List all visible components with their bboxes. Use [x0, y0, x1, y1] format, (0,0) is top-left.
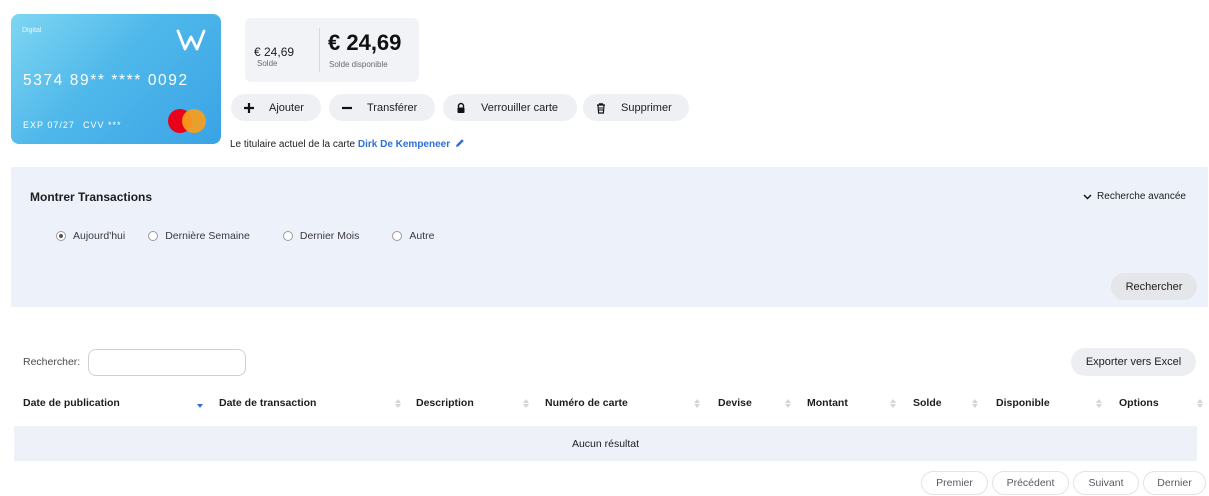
lock-card-button-label: Verrouiller carte: [481, 101, 559, 114]
radio-label: Autre: [409, 230, 435, 242]
card-holder-name[interactable]: Dirk De Kempeneer: [358, 139, 450, 150]
search-button[interactable]: Rechercher: [1111, 273, 1197, 300]
lock-icon: [455, 102, 469, 114]
plus-icon: [243, 102, 257, 114]
radio-last-month[interactable]: Dernier Mois: [282, 230, 360, 242]
table-search-label: Rechercher:: [23, 356, 81, 368]
advanced-search-label: Recherche avancée: [1097, 191, 1186, 202]
column-header-card-number[interactable]: Numéro de carte: [545, 397, 628, 409]
radio-label: Aujourd'hui: [73, 230, 126, 242]
card-holder-line: Le titulaire actuel de la carte Dirk De …: [230, 138, 465, 151]
radio-other[interactable]: Autre: [392, 230, 434, 242]
pencil-icon[interactable]: [455, 138, 465, 151]
column-header-options[interactable]: Options: [1119, 397, 1159, 409]
sort-icon[interactable]: [395, 399, 401, 408]
period-radio-group: Aujourd'hui Dernière Semaine Dernier Moi…: [56, 230, 434, 242]
transfer-button[interactable]: Transférer: [329, 94, 435, 121]
card-expiry: EXP 07/27: [23, 120, 75, 130]
sort-icon[interactable]: [1096, 399, 1102, 408]
pagination-previous-button[interactable]: Précédent: [992, 471, 1069, 495]
radio-indicator[interactable]: [282, 231, 293, 241]
filter-title: Montrer Transactions: [30, 190, 153, 204]
card-number: 5374 89** **** 0092: [23, 72, 189, 89]
radio-label: Dernier Mois: [299, 230, 360, 242]
column-header-description[interactable]: Description: [416, 397, 474, 409]
balance-amount: € 24,69: [254, 45, 295, 59]
sort-icon[interactable]: [1197, 399, 1203, 408]
w-logo-icon: [176, 29, 206, 51]
advanced-search-toggle[interactable]: Recherche avancée: [1083, 191, 1186, 202]
transfer-button-label: Transférer: [367, 101, 418, 114]
column-header-transaction-date[interactable]: Date de transaction: [219, 397, 316, 409]
pagination-last-button[interactable]: Dernier: [1143, 471, 1206, 495]
column-header-available[interactable]: Disponible: [996, 397, 1050, 409]
sort-icon[interactable]: [972, 399, 978, 408]
radio-label: Dernière Semaine: [165, 230, 250, 242]
balance-box: € 24,69 Solde € 24,69 Solde disponible: [245, 18, 419, 82]
column-header-currency[interactable]: Devise: [718, 397, 752, 409]
add-button-label: Ajouter: [269, 101, 304, 114]
minus-icon: [341, 102, 355, 114]
balance-label: Solde: [257, 59, 278, 68]
card-cvv: CVV ***: [83, 120, 122, 130]
available-balance-label: Solde disponible: [329, 60, 388, 69]
pagination-first-button[interactable]: Premier: [921, 471, 988, 495]
sort-desc-icon[interactable]: [197, 399, 203, 408]
empty-table-row: Aucun résultat: [14, 426, 1197, 461]
column-header-amount[interactable]: Montant: [807, 397, 848, 409]
column-header-publication-date[interactable]: Date de publication: [23, 397, 120, 409]
mastercard-icon: [168, 109, 208, 135]
balance-divider: [319, 28, 320, 72]
radio-indicator[interactable]: [56, 231, 66, 241]
lock-card-button[interactable]: Verrouiller carte: [443, 94, 577, 121]
card-type-tag: Digital: [22, 27, 42, 34]
sort-icon[interactable]: [890, 399, 896, 408]
trash-icon: [595, 102, 609, 114]
card-holder-prefix: Le titulaire actuel de la carte: [230, 139, 356, 150]
table-search-input[interactable]: [88, 349, 246, 376]
add-button[interactable]: Ajouter: [231, 94, 321, 121]
radio-indicator[interactable]: [148, 231, 159, 241]
radio-indicator[interactable]: [392, 231, 403, 241]
radio-today[interactable]: Aujourd'hui: [56, 230, 125, 242]
chevron-down-icon: [1083, 194, 1092, 199]
delete-button[interactable]: Supprimer: [583, 94, 689, 121]
sort-icon[interactable]: [523, 399, 529, 408]
sort-icon[interactable]: [694, 399, 700, 408]
sort-icon[interactable]: [785, 399, 791, 408]
available-balance-amount: € 24,69: [328, 30, 402, 55]
export-excel-button[interactable]: Exporter vers Excel: [1071, 348, 1196, 376]
credit-card: Digital 5374 89** **** 0092 EXP 07/27 CV…: [11, 14, 221, 144]
pagination-next-button[interactable]: Suivant: [1073, 471, 1139, 495]
column-header-balance[interactable]: Solde: [913, 397, 942, 409]
radio-last-week[interactable]: Dernière Semaine: [148, 230, 250, 242]
filter-panel: Montrer Transactions Recherche avancée A…: [11, 167, 1208, 307]
delete-button-label: Supprimer: [621, 101, 672, 114]
